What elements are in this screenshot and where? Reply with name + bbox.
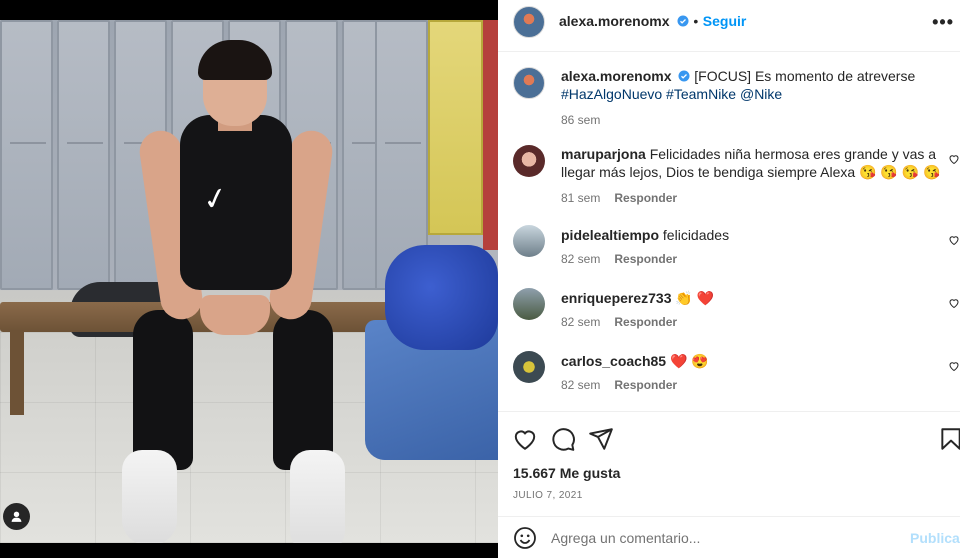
comment-time: 82 sem (561, 252, 601, 266)
comment-item: maruparjona Felicidades niña hermosa ere… (561, 145, 941, 207)
save-bookmark-icon[interactable] (938, 426, 960, 452)
photo-scene: ✓ (0, 20, 498, 543)
comment-username[interactable]: maruparjona (561, 146, 646, 162)
sports-bag (385, 245, 498, 350)
post-actions: 15.667 Me gusta JULIO 7, 2021 Agrega un … (498, 411, 960, 558)
reply-button[interactable]: Responder (614, 315, 677, 329)
caption-username[interactable]: alexa.morenomx (561, 68, 672, 84)
caption-text: [FOCUS] Es momento de atreverse (694, 68, 916, 84)
verified-badge-icon (678, 70, 690, 82)
post-header: alexa.morenomx • Seguir ••• (498, 0, 960, 52)
comment-item: carlos_coach85 ❤️ 😍 82 sem Responder (561, 352, 941, 394)
commenter-avatar[interactable] (513, 288, 545, 320)
post-photo[interactable]: ✓ (0, 0, 498, 558)
comment-text: ❤️ 😍 (669, 353, 709, 369)
avatar[interactable] (513, 6, 545, 38)
reply-button[interactable]: Responder (614, 378, 677, 392)
comment-like-icon[interactable] (948, 234, 960, 246)
post-date: JULIO 7, 2021 (513, 490, 583, 501)
comment-like-icon[interactable] (948, 297, 960, 309)
comment-username[interactable]: enriqueperez733 (561, 290, 672, 306)
emoji-icon[interactable] (513, 526, 537, 550)
follow-button[interactable]: Seguir (703, 13, 747, 29)
comment-username[interactable]: carlos_coach85 (561, 353, 666, 369)
likes-count[interactable]: 15.667 Me gusta (513, 465, 620, 481)
caption-time: 86 sem (561, 113, 601, 127)
commenter-avatar[interactable] (513, 225, 545, 257)
separator-dot: • (693, 13, 699, 29)
post-comment-button[interactable]: Publicar (910, 530, 960, 546)
comment-username[interactable]: pidelealtiempo (561, 227, 659, 243)
comment-text: 👏 ❤️ (675, 290, 715, 306)
verified-badge-icon (677, 15, 689, 27)
comment-time: 82 sem (561, 315, 601, 329)
comment-bubble-icon[interactable] (550, 426, 576, 452)
post-username[interactable]: alexa.morenomx (559, 13, 670, 29)
comment-item: pidelealtiempo felicidades 82 sem Respond… (561, 226, 941, 268)
comment-like-icon[interactable] (948, 153, 960, 165)
caption-avatar[interactable] (513, 67, 545, 99)
athlete (180, 115, 292, 290)
tagged-user-icon[interactable] (3, 503, 30, 530)
caption: alexa.morenomx [FOCUS] Es momento de atr… (561, 67, 921, 129)
comment-time: 81 sem (561, 191, 601, 205)
reply-button[interactable]: Responder (614, 252, 677, 266)
caption-hashtags[interactable]: #HazAlgoNuevo #TeamNike @Nike (561, 86, 782, 102)
comment-time: 82 sem (561, 378, 601, 392)
comment-item: enriqueperez733 👏 ❤️ 82 sem Responder (561, 289, 941, 331)
reply-button[interactable]: Responder (614, 191, 677, 205)
share-send-icon[interactable] (588, 426, 614, 452)
post-side-panel: alexa.morenomx • Seguir ••• alexa.moreno… (498, 0, 960, 558)
comment-like-icon[interactable] (948, 360, 960, 372)
more-options-icon[interactable]: ••• (932, 12, 954, 33)
commenter-avatar[interactable] (513, 351, 545, 383)
commenter-avatar[interactable] (513, 145, 545, 177)
add-comment-bar: Agrega un comentario... Publicar (498, 516, 960, 558)
like-heart-icon[interactable] (512, 426, 538, 452)
comment-text: felicidades (662, 227, 730, 243)
comment-input[interactable]: Agrega un comentario... (551, 530, 700, 546)
